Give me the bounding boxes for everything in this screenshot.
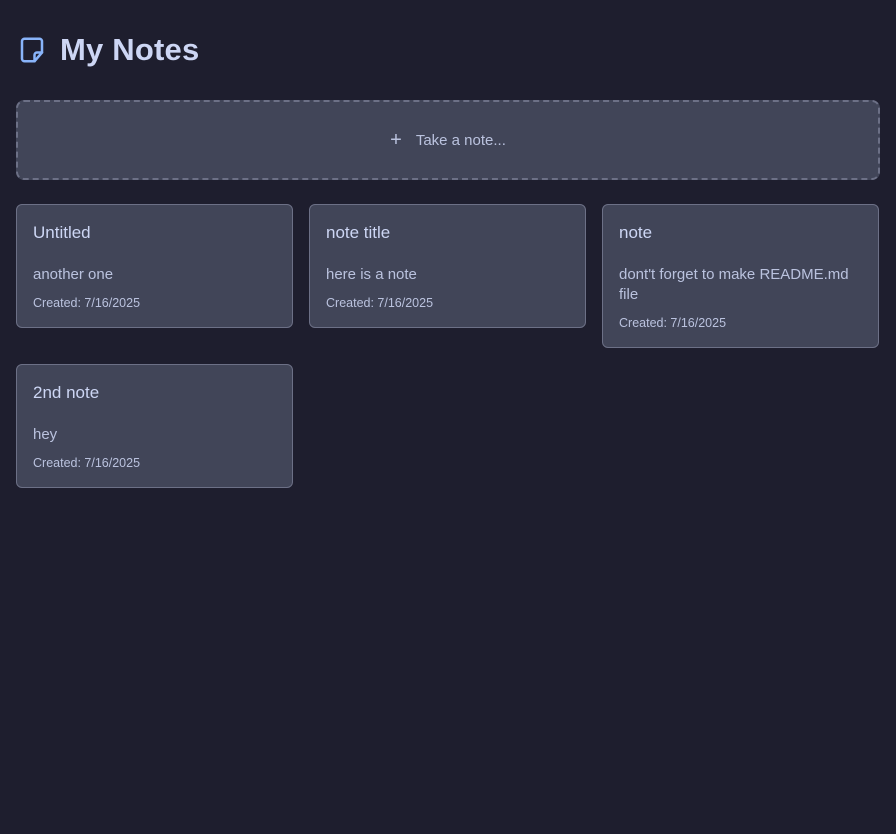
notes-app: My Notes + Take a note... Untitled anoth… (0, 0, 896, 834)
take-note-label: Take a note... (415, 131, 506, 149)
note-title: note title (326, 223, 391, 242)
note-card[interactable]: note dont't forget to make README.md fil… (602, 204, 879, 348)
note-body: here is a note (326, 266, 417, 283)
note-title: note (619, 223, 653, 242)
note-created-date: Created: 7/16/2025 (326, 296, 434, 310)
note-body: dont't forget to make README.md file (619, 266, 849, 303)
page-title: My Notes (60, 32, 200, 67)
plus-icon: + (390, 129, 402, 151)
note-card[interactable]: note title here is a note Created: 7/16/… (309, 204, 586, 328)
note-title: Untitled (33, 223, 91, 242)
note-card[interactable]: Untitled another one Created: 7/16/2025 (16, 204, 293, 328)
note-body: hey (33, 426, 58, 443)
note-icon (16, 34, 48, 66)
note-body: another one (33, 266, 114, 283)
page-header: My Notes (16, 16, 880, 84)
note-created-date: Created: 7/16/2025 (33, 296, 141, 310)
notes-grid: Untitled another one Created: 7/16/2025 … (16, 204, 880, 488)
note-created-date: Created: 7/16/2025 (619, 316, 727, 330)
take-note-button[interactable]: + Take a note... (16, 100, 880, 180)
note-card[interactable]: 2nd note hey Created: 7/16/2025 (16, 364, 293, 488)
note-title: 2nd note (33, 383, 100, 402)
note-created-date: Created: 7/16/2025 (33, 456, 141, 470)
